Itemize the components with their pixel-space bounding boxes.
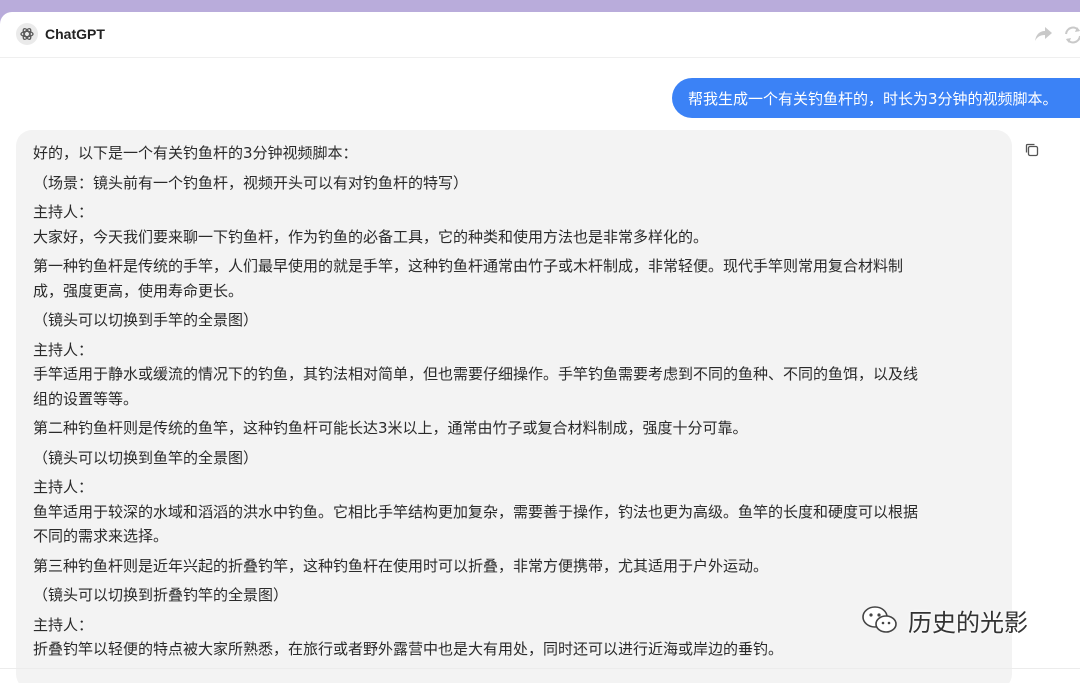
message-line: 主持人： [33, 478, 94, 496]
message-line: 第一种钓鱼杆是传统的手竿，人们最早使用的就是手竿，这种钓鱼杆通常由竹子或木杆制成… [33, 257, 904, 275]
message-line: 成，强度更高，使用寿命更长。 [33, 281, 244, 300]
divider [0, 668, 1080, 669]
message-line: 第二种钓鱼杆则是传统的鱼竿，这种钓鱼杆可能长达3米以上，通常由竹子或复合材料制成… [33, 419, 748, 437]
message-line: 主持人： [33, 340, 94, 359]
copy-icon[interactable] [1024, 142, 1040, 162]
message-line: （场景：镜头前有一个钓鱼杆，视频开头可以有对钓鱼杆的特写） [33, 173, 469, 192]
user-message-bubble: 帮我生成一个有关钓鱼杆的，时长为3分钟的视频脚本。 [672, 78, 1080, 118]
chat-window: ChatGPT 帮我生成一个有关钓鱼杆的，时长为3分钟的视频脚本。 好的，以下是… [0, 12, 1080, 683]
share-icon[interactable] [1034, 25, 1054, 47]
message-line: （镜头可以切换到鱼竿的全景图） [33, 448, 259, 467]
message-line: 不同的需求来选择。 [33, 527, 169, 545]
message-line: 第三种钓鱼杆则是近年兴起的折叠钓竿，这种钓鱼杆在使用时可以折叠，非常方便携带，尤… [33, 556, 769, 575]
message-line: 折叠钓竿以轻便的特点被大家所熟悉，在旅行或者野外露营中也是大有用处，同时还可以进… [33, 640, 784, 658]
message-line: （镜头可以切换到手竿的全景图） [33, 311, 259, 329]
message-line: 鱼竿适用于较深的水域和滔滔的洪水中钓鱼。它相比手竿结构更加复杂，需要善于操作，钓… [33, 502, 919, 521]
openai-logo-icon [16, 23, 38, 45]
message-line: 主持人： [33, 203, 94, 221]
header: ChatGPT [0, 12, 1080, 58]
sync-icon[interactable] [1062, 24, 1080, 50]
message-line: 大家好，今天我们要来聊一下钓鱼杆，作为钓鱼的必备工具，它的种类和使用方法也是非常… [33, 227, 709, 246]
assistant-message-bubble: 好的，以下是一个有关钓鱼杆的3分钟视频脚本： （场景：镜头前有一个钓鱼杆，视频开… [16, 130, 1012, 683]
watermark: 历史的光影 [860, 603, 1028, 637]
message-line: 组的设置等等。 [33, 389, 139, 408]
wechat-icon [862, 606, 897, 633]
message-line: 手竿适用于静水或缓流的情况下的钓鱼，其钓法相对简单，但也需要仔细操作。手竿钓鱼需… [33, 365, 919, 383]
app-title: ChatGPT [45, 26, 105, 42]
message-line: 好的，以下是一个有关钓鱼杆的3分钟视频脚本： [33, 144, 358, 162]
watermark-text: 历史的光影 [908, 608, 1028, 637]
